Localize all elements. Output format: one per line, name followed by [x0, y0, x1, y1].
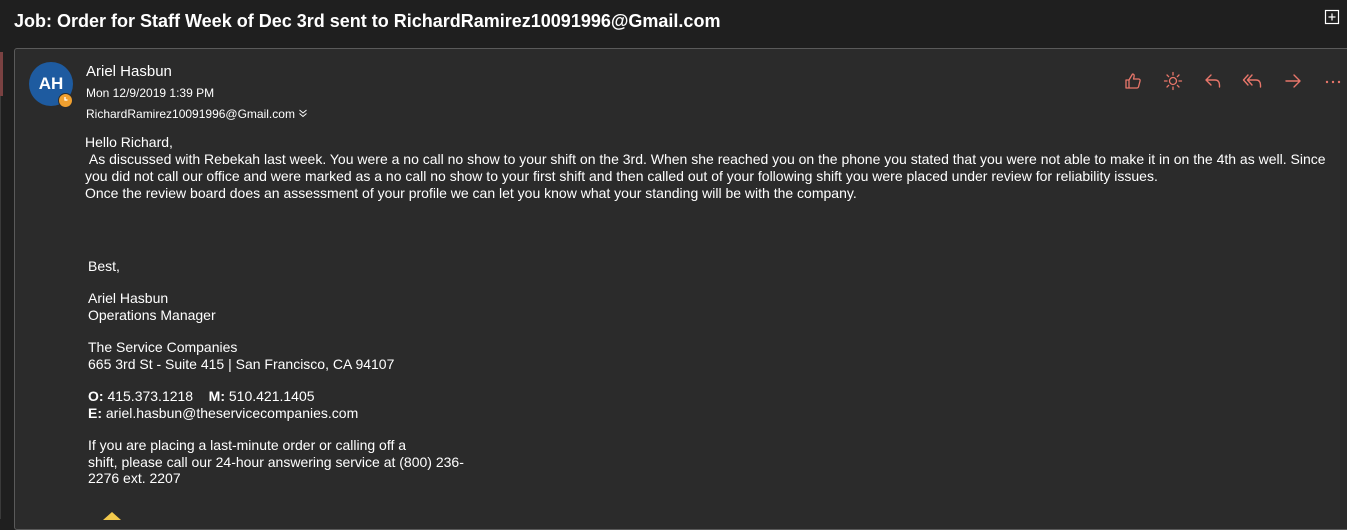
company-address: 665 3rd St - Suite 415 | San Francisco, …: [88, 355, 395, 372]
reply-icon[interactable]: [1202, 70, 1224, 92]
body-paragraph: As discussed with Rebekah last week. You…: [85, 151, 1330, 184]
closing: Best,: [88, 258, 120, 274]
brightness-icon[interactable]: [1162, 70, 1184, 92]
office-phone[interactable]: 415.373.1218: [107, 388, 193, 404]
presence-away-icon: [58, 93, 73, 108]
phone-line: O: 415.373.1218 M: 510.421.1405: [88, 388, 358, 405]
mobile-phone[interactable]: 510.421.1405: [229, 388, 315, 404]
signature-name: Ariel Hasbun: [88, 290, 169, 306]
signature-identity: Ariel Hasbun Operations Manager: [88, 290, 216, 323]
left-divider: [0, 96, 1, 519]
body-paragraph: Once the review board does an assessment…: [85, 185, 857, 201]
office-label: O:: [88, 388, 104, 404]
notice-line: If you are placing a last-minute order o…: [88, 437, 407, 453]
expand-icon[interactable]: [1324, 9, 1340, 25]
email-line: E: ariel.hasbun@theservicecompanies.com: [88, 405, 358, 422]
notice-line: shift, please call our 24-hour answering…: [88, 453, 464, 470]
avatar-initials: AH: [38, 74, 64, 93]
message-date: Mon 12/9/2019 1:39 PM: [86, 86, 215, 100]
mobile-label: M:: [208, 388, 225, 404]
like-icon[interactable]: [1122, 70, 1144, 92]
signature-title: Operations Manager: [88, 306, 216, 323]
chevron-down-icon[interactable]: [298, 107, 308, 121]
message-actions: [1122, 70, 1344, 92]
email-label: E:: [88, 404, 102, 421]
signature-contact: O: 415.373.1218 M: 510.421.1405 E: ariel…: [88, 388, 358, 421]
message-body: Hello Richard, As discussed with Rebekah…: [85, 134, 1330, 202]
signature-closing: Best,: [88, 258, 120, 275]
reply-all-icon[interactable]: [1242, 70, 1264, 92]
greeting: Hello Richard,: [85, 134, 173, 150]
signature-company: The Service Companies 665 3rd St - Suite…: [88, 339, 394, 372]
email-subject: Job: Order for Staff Week of Dec 3rd sen…: [14, 11, 721, 31]
forward-icon[interactable]: [1282, 70, 1304, 92]
signature-notice: If you are placing a last-minute order o…: [88, 437, 464, 487]
selection-indicator: [0, 52, 3, 96]
more-icon[interactable]: [1322, 70, 1344, 92]
company-name: The Service Companies: [88, 339, 238, 355]
sender-name[interactable]: Ariel Hasbun: [86, 63, 172, 80]
notice-line: 2276 ext. 2207: [88, 470, 181, 486]
recipient[interactable]: RichardRamirez10091996@Gmail.com: [86, 107, 308, 121]
subject-bar: Job: Order for Staff Week of Dec 3rd sen…: [0, 0, 1347, 44]
signature-email[interactable]: ariel.hasbun@theservicecompanies.com: [106, 405, 358, 421]
recipient-address[interactable]: RichardRamirez10091996@Gmail.com: [86, 107, 295, 121]
